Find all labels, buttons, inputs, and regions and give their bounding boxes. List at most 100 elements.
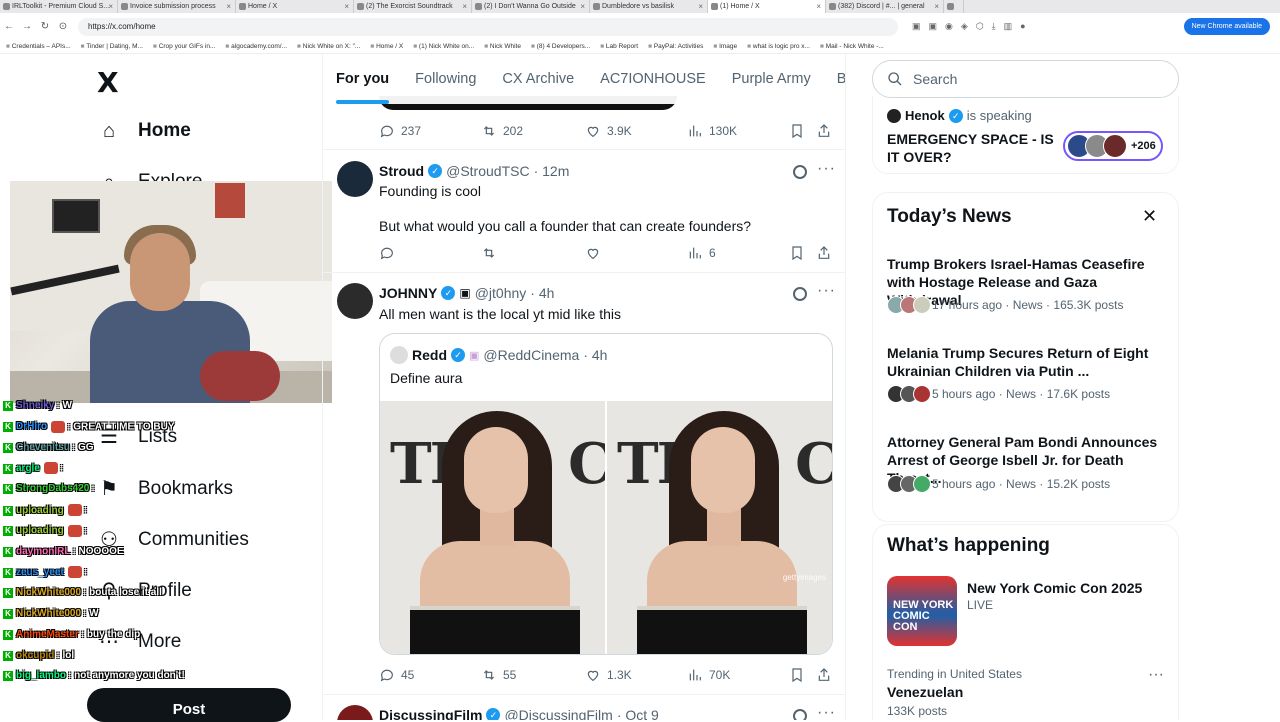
bookmark-button[interactable] xyxy=(789,245,816,261)
browser-tab[interactable]: Invoice submission process × xyxy=(118,0,236,13)
browser-tab[interactable]: (2) I Don't Wanna Go Outside × xyxy=(472,0,590,13)
extension-icon[interactable]: ▣ xyxy=(912,21,921,32)
bookmark-item[interactable]: Nick White xyxy=(484,43,521,50)
views-button[interactable]: 6 xyxy=(687,245,789,261)
share-button[interactable] xyxy=(816,667,832,683)
sidepanel-icon[interactable]: ▥ xyxy=(1004,21,1013,32)
close-icon[interactable]: ✕ xyxy=(1142,206,1157,227)
close-icon[interactable]: × xyxy=(698,0,703,13)
author-name[interactable]: DiscussingFilm xyxy=(379,707,482,720)
close-icon[interactable]: × xyxy=(816,0,821,13)
tweet-time[interactable]: · 12m xyxy=(534,163,570,179)
browser-tab[interactable]: (382) Discord | #... | general × xyxy=(826,0,944,13)
extension-icon[interactable]: ◉ xyxy=(945,21,953,32)
bookmark-item[interactable]: what is logic pro x... xyxy=(747,43,810,50)
views-button[interactable]: 70K xyxy=(687,667,789,683)
x-logo[interactable]: X xyxy=(97,66,119,99)
author-name[interactable]: Stroud xyxy=(379,163,424,179)
bookmark-item[interactable]: algocademy.com/... xyxy=(225,43,287,50)
extension-icon[interactable]: ⬡ xyxy=(976,21,984,32)
bookmark-item[interactable]: Image xyxy=(713,43,737,50)
bookmark-item[interactable]: Crop your GIFs in... xyxy=(153,43,216,50)
tab-following[interactable]: Following xyxy=(402,71,489,87)
tweet-time[interactable]: · Oct 9 xyxy=(617,707,659,720)
back-icon[interactable]: ← xyxy=(0,21,18,32)
browser-tab[interactable]: (2) The Exorcist Soundtrack × xyxy=(354,0,472,13)
space-listeners[interactable]: +206 xyxy=(1063,131,1163,161)
tweet-photo[interactable]: TH C gettyimages xyxy=(607,401,832,654)
trend-name[interactable]: Venezuelan xyxy=(887,684,963,700)
author-handle[interactable]: @StroudTSC xyxy=(446,163,529,179)
forward-icon[interactable]: → xyxy=(18,21,36,32)
like-button[interactable]: 3.9K xyxy=(585,123,687,139)
avatar[interactable] xyxy=(337,283,373,319)
extension-icon[interactable]: ▣ xyxy=(929,21,938,32)
bookmark-item[interactable]: Mail - Nick White -... xyxy=(820,43,884,50)
reply-button[interactable] xyxy=(379,245,481,261)
event-title[interactable]: New York Comic Con 2025 xyxy=(967,580,1142,596)
avatar[interactable] xyxy=(337,161,373,197)
reload-icon[interactable]: ↻ xyxy=(36,21,54,32)
more-options-icon[interactable]: ··· xyxy=(817,282,836,300)
profile-avatar-icon[interactable]: ● xyxy=(1020,21,1025,32)
bookmark-item[interactable]: Tinder | Dating, M... xyxy=(81,43,143,50)
grok-icon[interactable] xyxy=(793,287,807,301)
author-name[interactable]: JOHNNY xyxy=(379,285,437,301)
tab-ac7ionhouse[interactable]: AC7IONHOUSE xyxy=(587,71,719,87)
avatar[interactable] xyxy=(337,705,373,720)
share-button[interactable] xyxy=(816,245,832,261)
browser-tab[interactable]: IRLToolkit - Premium Cloud S... × xyxy=(0,0,118,13)
site-info-icon[interactable]: ⊙ xyxy=(54,21,72,32)
tab-for-you[interactable]: For you xyxy=(323,71,402,104)
more-options-icon[interactable]: ··· xyxy=(817,704,836,720)
search-input[interactable]: Search xyxy=(872,60,1179,98)
bookmark-item[interactable]: (1) Nick White on... xyxy=(413,43,474,50)
browser-tab[interactable]: Dumbledore vs basilisk × xyxy=(590,0,708,13)
views-button[interactable]: 130K xyxy=(687,123,789,139)
tab-bas[interactable]: BAS xyxy=(824,71,845,87)
close-icon[interactable]: × xyxy=(344,0,349,13)
new-tab-button[interactable]: + xyxy=(944,0,964,13)
close-icon[interactable]: × xyxy=(226,0,231,13)
extension-icon[interactable]: ◈ xyxy=(961,21,968,32)
close-icon[interactable]: × xyxy=(580,0,585,13)
bookmark-button[interactable] xyxy=(789,123,816,139)
reply-button[interactable]: 45 xyxy=(379,667,481,683)
browser-tab[interactable]: Home / X × xyxy=(236,0,354,13)
tab-cx-archive[interactable]: CX Archive xyxy=(489,71,587,87)
author-handle[interactable]: @jt0hny xyxy=(475,285,527,301)
bookmark-item[interactable]: Home / X xyxy=(370,43,403,50)
bookmark-item[interactable]: Nick White on X: "... xyxy=(297,43,361,50)
repost-button[interactable]: 202 xyxy=(481,123,585,139)
more-options-icon[interactable]: ··· xyxy=(817,160,836,178)
tweet-photo[interactable]: TH C xyxy=(380,401,605,654)
grok-icon[interactable] xyxy=(793,165,807,179)
repost-button[interactable] xyxy=(481,245,585,261)
reply-button[interactable]: 237 xyxy=(379,123,481,139)
bookmark-item[interactable]: (8) 4 Developers... xyxy=(531,43,590,50)
grok-icon[interactable] xyxy=(793,709,807,720)
address-bar[interactable]: https://x.com/home xyxy=(78,17,898,36)
like-button[interactable]: 1.3K xyxy=(585,667,687,683)
author-handle[interactable]: @DiscussingFilm xyxy=(504,707,612,720)
bookmark-item[interactable]: PayPal: Activities xyxy=(648,43,704,50)
close-icon[interactable]: × xyxy=(934,0,939,13)
browser-tab-active[interactable]: (1) Home / X × xyxy=(708,0,826,13)
repost-button[interactable]: 55 xyxy=(481,667,585,683)
new-chrome-available-button[interactable]: New Chrome available xyxy=(1183,18,1270,35)
tweet-time[interactable]: · 4h xyxy=(530,285,554,301)
like-button[interactable] xyxy=(585,245,687,261)
tab-purple-army[interactable]: Purple Army xyxy=(719,71,824,87)
bookmark-item[interactable]: Credentials – APIs... xyxy=(6,43,71,50)
news-headline[interactable]: Melania Trump Secures Return of Eight Uk… xyxy=(887,344,1172,380)
share-button[interactable] xyxy=(816,123,832,139)
bookmark-item[interactable]: Lab Report xyxy=(600,43,638,50)
close-icon[interactable]: × xyxy=(108,0,113,13)
close-icon[interactable]: × xyxy=(462,0,467,13)
sidebar-item-home[interactable]: ⌂ Home xyxy=(98,120,191,142)
download-icon[interactable]: ⤓ xyxy=(992,21,996,32)
more-options-icon[interactable]: ··· xyxy=(1148,666,1164,684)
bookmark-button[interactable] xyxy=(789,667,816,683)
event-image[interactable]: NEW YORK COMIC CON xyxy=(887,576,957,646)
quoted-tweet[interactable]: Redd ✓ ▣ @ReddCinema · 4h Define aura TH… xyxy=(379,333,833,655)
